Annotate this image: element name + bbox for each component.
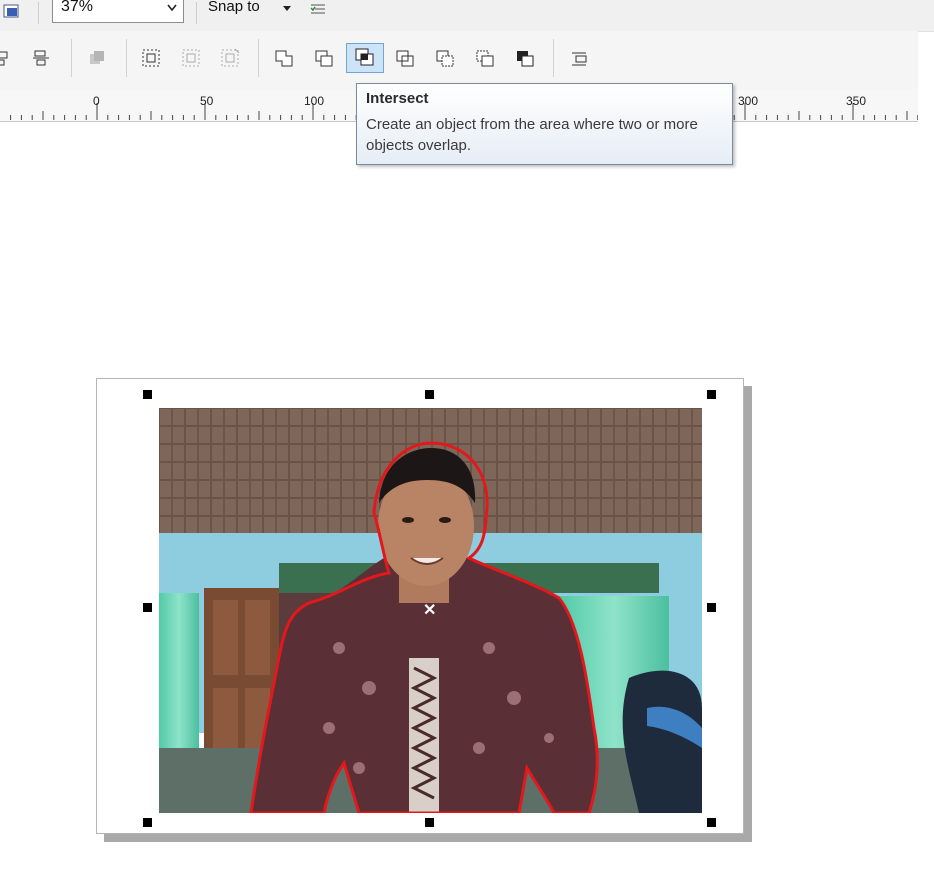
separator <box>126 39 127 77</box>
align-left-button[interactable] <box>0 45 18 71</box>
separator <box>258 39 259 77</box>
ruler-label: 0 <box>93 94 100 108</box>
weld-button[interactable] <box>271 45 297 71</box>
snap-options-icon[interactable] <box>308 0 328 20</box>
chevron-down-icon <box>167 4 177 12</box>
selection-handle-top-left[interactable] <box>143 390 152 399</box>
selection-handle-bottom[interactable] <box>425 818 434 827</box>
boundary-button[interactable] <box>512 45 538 71</box>
tooltip-title: Intersect <box>366 90 429 107</box>
shaping-toolbar <box>0 31 918 90</box>
page-layout-icon[interactable] <box>2 2 24 24</box>
snap-to-button[interactable]: Snap to <box>208 0 260 15</box>
rotation-center-icon[interactable]: ✕ <box>423 600 436 620</box>
zoom-value: 37% <box>61 0 94 15</box>
simplify-button[interactable] <box>392 45 418 71</box>
separator <box>38 2 39 24</box>
ruler-label: 50 <box>200 94 214 108</box>
separator <box>196 2 197 24</box>
create-boundary-button[interactable] <box>566 45 592 71</box>
separator <box>71 39 72 77</box>
selection-handle-left[interactable] <box>143 603 152 612</box>
selection-handle-top[interactable] <box>425 390 434 399</box>
front-minus-back-button[interactable] <box>432 45 458 71</box>
tooltip-description: Create an object from the area where two… <box>366 116 698 154</box>
selection-handle-right[interactable] <box>707 603 716 612</box>
ruler-label: 300 <box>738 94 759 108</box>
intersect-button[interactable] <box>346 43 384 73</box>
selection-handle-bottom-right[interactable] <box>707 818 716 827</box>
selection-handle-top-right[interactable] <box>707 390 716 399</box>
selection-handle-bottom-left[interactable] <box>143 818 152 827</box>
ungroup-button[interactable] <box>178 45 204 71</box>
ruler-label: 350 <box>846 94 867 108</box>
ruler-label: 100 <box>304 94 325 108</box>
selection-outline <box>249 441 599 813</box>
back-minus-front-button[interactable] <box>472 45 498 71</box>
ungroup-all-button[interactable] <box>217 45 243 71</box>
align-distribute-button[interactable] <box>28 45 54 71</box>
separator <box>553 39 554 77</box>
intersect-tooltip: Intersect Create an object from the area… <box>356 83 733 165</box>
zoom-select[interactable]: 37% <box>52 0 184 23</box>
dropdown-arrow-icon[interactable] <box>282 5 292 13</box>
trim-button[interactable] <box>311 45 337 71</box>
combine-button[interactable] <box>84 45 110 71</box>
property-bar: 37% Snap to <box>0 0 934 32</box>
group-button[interactable] <box>138 45 164 71</box>
